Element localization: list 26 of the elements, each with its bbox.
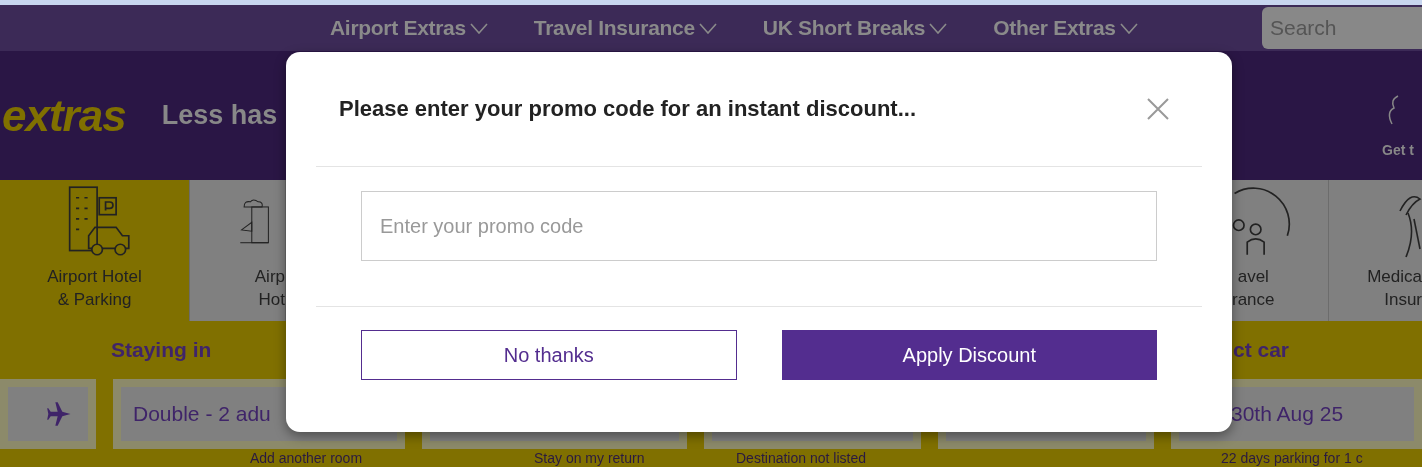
close-icon[interactable] <box>1146 97 1170 121</box>
category-tab[interactable]: Airp Hot <box>190 180 286 321</box>
nav-menu-item[interactable]: Other Extras <box>993 16 1138 40</box>
link-text[interactable]: Stay on my return <box>534 450 687 466</box>
link-text[interactable]: Destination not listed <box>736 450 921 466</box>
tagline: Less has <box>161 100 278 131</box>
category-tab[interactable]: Medica Insur <box>1329 180 1422 321</box>
input-field[interactable] <box>0 379 96 449</box>
dialog-title: Please enter your promo code for an instant discount... <box>339 96 916 122</box>
promo-link[interactable]: Get t <box>1382 141 1414 158</box>
chevron-down-icon <box>929 22 948 34</box>
promo-code-field[interactable]: Enter your promo code <box>361 191 1157 261</box>
section-heading: ct car <box>1233 338 1291 362</box>
decline-button[interactable]: No thanks <box>361 330 737 380</box>
nav-menu-item[interactable]: UK Short Breaks <box>762 16 948 40</box>
chevron-down-icon <box>1119 22 1138 34</box>
section-heading: Staying in <box>111 338 212 362</box>
chevron-down-icon <box>469 22 488 34</box>
nav-menu-item[interactable]: Travel Insurance <box>533 16 717 40</box>
link-text[interactable]: 22 days parking for 1 c <box>1221 450 1422 466</box>
logo[interactable]: extras <box>2 90 126 141</box>
apply-button[interactable]: Apply Discount <box>781 330 1157 380</box>
category-tab[interactable]: avel rance <box>1232 180 1329 321</box>
nav-menu-item[interactable]: Airport Extras <box>330 16 488 40</box>
chevron-down-icon <box>698 22 717 34</box>
link-text[interactable]: Add another room <box>250 450 405 466</box>
